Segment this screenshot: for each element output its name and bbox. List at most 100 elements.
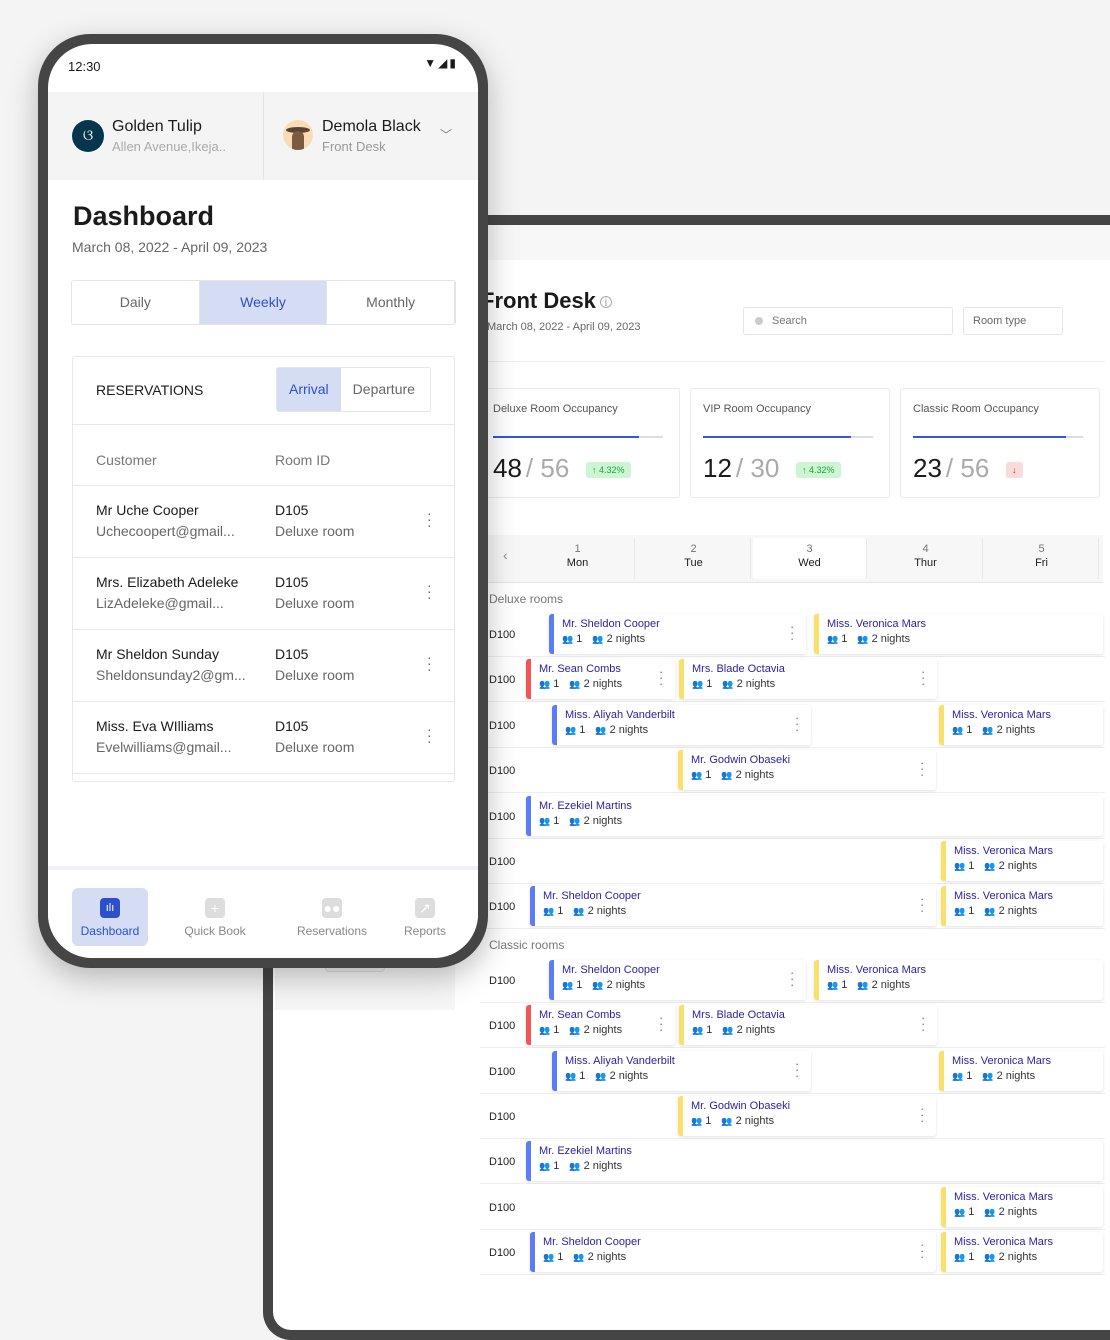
nav-quick-book[interactable]: + Quick Book xyxy=(177,888,253,946)
nav-reports[interactable]: ↗ Reports xyxy=(387,888,463,946)
occupancy-bar xyxy=(703,436,873,438)
booking-card[interactable]: Miss. Veronica Mars 👥 1 👥 2 nights xyxy=(814,959,1103,1000)
tab-daily[interactable]: Daily xyxy=(72,281,200,324)
avatar[interactable] xyxy=(283,120,313,150)
more-options-icon[interactable]: · · · xyxy=(920,1238,924,1263)
room-id: D100 xyxy=(489,856,516,868)
info-icon[interactable]: i xyxy=(599,296,612,309)
guests-icon: 👥 xyxy=(543,906,555,917)
nights: 2 nights xyxy=(998,1251,1038,1264)
more-options-icon[interactable]: · · · xyxy=(795,711,799,736)
nights: 2 nights xyxy=(735,1115,775,1127)
day-tue[interactable]: 2 Tue xyxy=(637,538,751,579)
booking-card[interactable]: Mr. Ezekiel Martins 👥 1 👥 2 nights xyxy=(526,795,1103,836)
tab-monthly[interactable]: Monthly xyxy=(327,281,456,324)
occupied-count: 48 xyxy=(493,453,522,483)
nights: 2 nights xyxy=(609,723,649,736)
more-options-icon[interactable]: · · · xyxy=(790,966,794,991)
day-fri[interactable]: 5 Fri xyxy=(985,538,1099,579)
more-options-icon[interactable]: · · · xyxy=(427,578,432,604)
more-options-icon[interactable]: · · · xyxy=(659,665,663,690)
booking-card[interactable]: Mrs. Blade Octavia 👥 1 👥 2 nights · · · xyxy=(679,1005,937,1046)
row-divider xyxy=(480,1228,1105,1230)
guests-icon: 👥 xyxy=(562,634,574,644)
nav-dashboard[interactable]: ılı Dashboard xyxy=(72,888,148,946)
column-customer: Customer xyxy=(96,452,157,468)
booking-card[interactable]: Miss. Veronica Mars 👥 1 👥 2 nights xyxy=(939,1050,1103,1091)
customer-name: Mr Uche Cooper xyxy=(96,502,199,518)
booking-meta: 👥 1 👥 2 nights xyxy=(539,815,1103,827)
booking-card[interactable]: Mr. Sheldon Cooper 👥 1 👥 2 nights · · · xyxy=(549,959,806,1000)
reservation-row[interactable]: Mr Sheldon Sunday Sheldonsunday2@gm... D10… xyxy=(73,630,454,702)
more-options-icon[interactable]: · · · xyxy=(427,506,432,532)
booking-card[interactable]: Mr. Sheldon Cooper 👥 1 👥 2 nights · · · xyxy=(530,886,936,927)
guests-icon: 👥 xyxy=(543,1252,555,1263)
booking-card[interactable]: Miss. Veronica Mars 👥 1 👥 2 nights xyxy=(941,1186,1103,1227)
guest-name: Miss. Veronica Mars xyxy=(954,845,1054,857)
booking-meta: 👥 1 👥 2 nights xyxy=(692,678,937,690)
guests-icon: 👥 xyxy=(539,1161,551,1172)
more-options-icon[interactable]: · · · xyxy=(795,1057,799,1082)
more-options-icon[interactable]: · · · xyxy=(920,1102,924,1127)
nav-label: Quick Book xyxy=(184,924,246,938)
row-divider xyxy=(480,1001,1105,1003)
booking-card[interactable]: Miss. Veronica Mars 👥 1 👥 2 nights xyxy=(941,1232,1103,1273)
booking-card[interactable]: Mr. Sean Combs 👥 1 👥 2 nights · · · xyxy=(526,659,675,700)
tab-weekly[interactable]: Weekly xyxy=(199,281,328,324)
nights-icon: 👥 xyxy=(721,1116,733,1126)
guest-count: 1 xyxy=(966,1069,973,1082)
more-options-icon[interactable]: · · · xyxy=(659,1011,663,1036)
nights-icon: 👥 xyxy=(982,1070,994,1081)
guest-name: Miss. Veronica Mars xyxy=(827,963,927,976)
occupancy-value: 23/ 56 xyxy=(913,453,989,484)
chevron-down-icon[interactable]: ﹀ xyxy=(440,126,452,143)
booking-card[interactable]: Miss. Aliyah Vanderbilt 👥 1 👥 2 nights · · · xyxy=(552,704,811,745)
booking-meta: 👥 1 👥 2 nights xyxy=(539,1160,1103,1172)
more-options-icon[interactable]: · · · xyxy=(920,756,924,781)
more-options-icon[interactable]: · · · xyxy=(790,620,794,645)
chevron-left-icon[interactable]: ‹ xyxy=(503,547,508,563)
occupancy-card: Deluxe Room Occupancy 48/ 56 ↑ 4.32% xyxy=(480,388,680,498)
reservation-row[interactable]: Mrs. Elizabeth Adeleke LizAdeleke@gmail..… xyxy=(73,558,454,630)
nights-icon: 👥 xyxy=(857,979,869,990)
booking-card[interactable]: Miss. Veronica Mars 👥 1 👥 2 nights xyxy=(941,841,1103,881)
booking-meta: 👥 1 👥 2 nights xyxy=(565,1070,811,1082)
more-options-icon[interactable]: · · · xyxy=(427,650,432,676)
booking-card[interactable]: Mr. Sheldon Cooper 👥 1 👥 2 nights · · · xyxy=(549,614,806,654)
room-type-select[interactable]: Room type xyxy=(963,307,1063,335)
nights: 2 nights xyxy=(998,1205,1038,1218)
booking-card[interactable]: Miss. Veronica Mars 👥 1 👥 2 nights xyxy=(939,704,1103,745)
day-wed[interactable]: 3 Wed xyxy=(753,538,867,579)
booking-card[interactable]: Mr. Godwin Obaseki 👥 1 👥 2 nights · · · xyxy=(678,1096,936,1136)
booking-card[interactable]: Miss. Veronica Mars 👥 1 👥 2 nights xyxy=(941,886,1103,927)
guest-count: 1 xyxy=(579,723,586,736)
more-options-icon[interactable]: · · · xyxy=(427,722,432,748)
tab-departure[interactable]: Departure xyxy=(341,368,427,411)
nights: 2 nights xyxy=(998,860,1038,872)
more-options-icon[interactable]: · · · xyxy=(920,892,924,917)
search-input[interactable]: Search xyxy=(743,307,953,335)
guests-icon: 👥 xyxy=(691,1116,703,1126)
reservation-row[interactable]: Miss. Eva WIlliams Evelwilliams@gmail... D… xyxy=(73,702,454,774)
nav-reservations[interactable]: ●● Reservations xyxy=(284,888,380,946)
booking-card[interactable]: Mr. Sean Combs 👥 1 👥 2 nights · · · xyxy=(526,1005,675,1046)
booking-card[interactable]: Mrs. Blade Octavia 👥 1 👥 2 nights · · · xyxy=(679,659,937,700)
booking-card[interactable]: Mr. Sheldon Cooper 👥 1 👥 2 nights · · · xyxy=(530,1232,936,1273)
hotel-name: Golden Tulip xyxy=(112,118,202,135)
booking-card[interactable]: Mr. Godwin Obaseki 👥 1 👥 2 nights · · · xyxy=(678,750,936,791)
customer-email: Evelwilliams@gmail... xyxy=(96,739,232,755)
booking-card[interactable]: Mr. Ezekiel Martins 👥 1 👥 2 nights xyxy=(526,1141,1103,1182)
day-thur[interactable]: 4 Thur xyxy=(869,538,983,579)
day-mon[interactable]: 1 Mon xyxy=(521,538,635,579)
page-title: Front Desk i xyxy=(481,288,612,314)
more-options-icon[interactable]: · · · xyxy=(921,665,925,690)
tab-arrival[interactable]: Arrival xyxy=(277,368,341,411)
guest-name: Miss. Veronica Mars xyxy=(952,1054,1052,1067)
reservation-row[interactable]: Mr Uche Cooper Uchecoopert@gmail... D105 De… xyxy=(73,486,454,558)
section-label: Deluxe rooms xyxy=(489,592,564,606)
booking-card[interactable]: Miss. Veronica Mars 👥 1 👥 2 nights xyxy=(814,614,1103,654)
guest-count: 1 xyxy=(966,723,973,736)
booking-card[interactable]: Miss. Aliyah Vanderbilt 👥 1 👥 2 nights · · · xyxy=(552,1050,811,1091)
more-options-icon[interactable]: · · · xyxy=(921,1011,925,1036)
guest-name: Mr. Sheldon Cooper xyxy=(562,963,660,976)
